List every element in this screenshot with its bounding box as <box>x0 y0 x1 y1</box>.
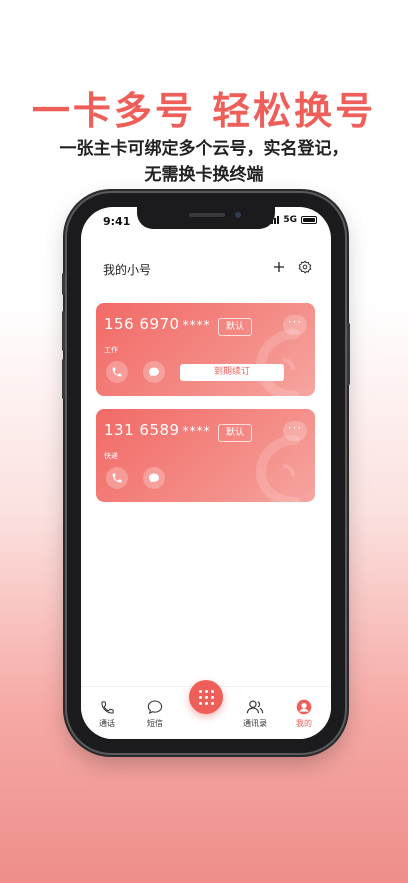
battery-icon <box>301 216 317 224</box>
status-time: 9:41 <box>103 215 131 228</box>
tab-contacts[interactable]: 通讯录 <box>235 697 275 729</box>
tab-profile[interactable]: 我的 <box>284 697 324 729</box>
phone-screen: 9:41 5G 我的小号 156 6970 **** 默认 ··· 工作 到期续… <box>81 207 331 739</box>
card-watermark-icon <box>255 435 300 502</box>
phone-frame: 9:41 5G 我的小号 156 6970 **** 默认 ··· 工作 到期续… <box>62 193 350 753</box>
more-button[interactable]: ··· <box>283 315 307 335</box>
volume-up-button <box>62 311 65 351</box>
message-icon <box>147 700 163 714</box>
tab-calls[interactable]: 通话 <box>87 697 127 729</box>
number-card[interactable]: 156 6970 **** 默认 ··· 工作 到期续订 <box>96 303 315 396</box>
dialpad-button[interactable] <box>189 680 223 714</box>
page-title: 我的小号 <box>103 263 152 277</box>
call-icon[interactable] <box>106 467 128 489</box>
add-icon[interactable] <box>271 259 287 275</box>
tab-sms[interactable]: 短信 <box>135 697 175 729</box>
phone-number: 156 6970 **** <box>104 315 211 333</box>
tab-label: 短信 <box>147 719 163 728</box>
camera <box>235 212 241 218</box>
message-icon[interactable] <box>143 467 165 489</box>
profile-icon <box>296 699 312 715</box>
tab-label: 我的 <box>296 719 312 728</box>
tab-label: 通话 <box>99 719 115 728</box>
dialpad-icon <box>198 689 214 705</box>
header-actions <box>271 259 313 275</box>
settings-icon[interactable] <box>297 259 313 275</box>
notch <box>137 207 275 229</box>
message-icon[interactable] <box>143 361 165 383</box>
tab-label: 通讯录 <box>243 719 267 728</box>
headline: 一卡多号 轻松换号 <box>31 89 377 133</box>
number-card[interactable]: 131 6589 **** 默认 ··· 快递 <box>96 409 315 502</box>
volume-down-button <box>62 359 65 399</box>
card-watermark-icon <box>255 329 300 396</box>
more-button[interactable]: ··· <box>283 421 307 441</box>
call-icon[interactable] <box>106 361 128 383</box>
default-badge: 默认 <box>218 424 252 442</box>
subline-2: 无需换卡换终端 <box>144 165 264 185</box>
power-button <box>347 323 350 385</box>
number-tag: 工作 <box>104 346 118 354</box>
mute-switch <box>62 273 65 295</box>
renew-button[interactable]: 到期续订 <box>180 364 284 381</box>
contacts-icon <box>246 700 264 714</box>
default-badge: 默认 <box>218 318 252 336</box>
speaker <box>189 213 225 217</box>
network-label: 5G <box>283 215 297 225</box>
number-tag: 快递 <box>104 452 118 460</box>
status-icons: 5G <box>268 215 317 225</box>
phone-icon <box>100 701 114 714</box>
phone-number: 131 6589 **** <box>104 421 211 439</box>
subline-1: 一张主卡可绑定多个云号，实名登记， <box>59 139 349 159</box>
